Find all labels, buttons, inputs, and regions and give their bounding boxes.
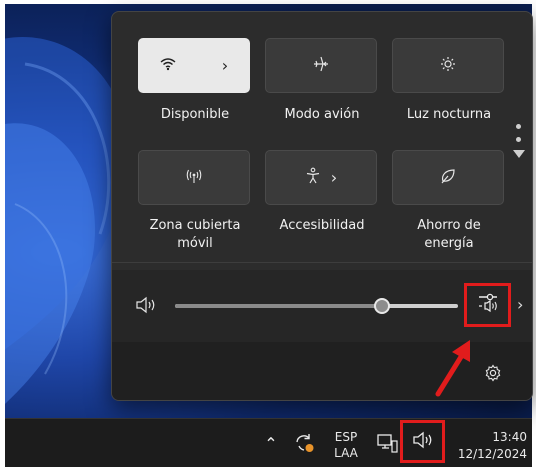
pager-dot [516,124,521,129]
clock-date: 12/12/2024 [457,447,527,461]
accessibility-label: Accesibilidad [279,218,365,233]
speaker-icon[interactable] [135,296,157,318]
taskbar-volume-button[interactable] [400,420,445,463]
mobile-hotspot-label-line2: móvil [177,236,213,251]
airplane-mode-label: Modo avión [284,107,360,122]
speaker-icon [412,431,434,453]
annotation-arrow-icon [435,340,470,397]
audio-output-chevron-icon[interactable]: › [517,295,523,314]
energy-saver-icon [439,167,457,189]
sync-icon[interactable] [292,431,316,455]
language-code: ESP [334,430,358,444]
flyout-divider [112,262,532,263]
taskbar-clock[interactable]: 13:40 12/12/2024 [445,429,527,463]
pager-dots-icon[interactable] [512,124,526,158]
mobile-hotspot-label-line1: Zona cubierta [149,218,241,233]
audio-output-select-button[interactable] [464,283,511,327]
night-light-tile[interactable] [392,38,504,93]
screenshot: › Disponible Modo avión Luz nocturna › Z… [0,0,536,469]
wifi-tile-label: Disponible [160,107,230,122]
wifi-expand-chevron-icon[interactable]: › [222,56,228,75]
audio-output-select-icon [476,292,500,318]
wifi-tile[interactable]: › [138,38,250,93]
mobile-hotspot-tile[interactable] [138,150,250,205]
night-light-icon [440,56,456,76]
input-language-indicator[interactable]: ESP LAA [331,429,361,461]
gear-icon[interactable] [484,364,502,386]
volume-slider-fill [175,304,382,308]
airplane-mode-tile[interactable] [265,38,377,93]
pager-next-icon[interactable] [513,150,525,158]
keyboard-layout-code: LAA [334,446,358,460]
night-light-label: Luz nocturna [406,107,492,122]
energy-saver-label: Ahorro de energía [384,217,514,253]
energy-saver-label-line2: energía [424,236,474,251]
energy-saver-label-line1: Ahorro de [417,218,481,233]
pager-dot [516,137,521,142]
wifi-icon [160,56,176,75]
airplane-icon [312,55,330,77]
volume-slider-thumb[interactable] [374,298,390,314]
show-hidden-icons-chevron-icon[interactable]: ⌃ [263,433,279,453]
energy-saver-tile[interactable] [392,150,504,205]
accessibility-tile[interactable]: › [265,150,377,205]
accessibility-expand-chevron-icon[interactable]: › [331,168,337,187]
mobile-hotspot-label: Zona cubierta móvil [130,217,260,253]
taskbar: ⌃ ESP LAA 13:40 12/12/2024 [5,418,532,467]
clock-time: 13:40 [492,430,527,444]
network-icon[interactable] [377,432,399,454]
volume-row: › [112,270,532,342]
quick-settings-tiles: › Disponible Modo avión Luz nocturna › Z… [112,12,532,262]
volume-slider[interactable] [175,298,458,314]
mobile-hotspot-icon [185,168,203,188]
accessibility-icon [305,167,321,189]
